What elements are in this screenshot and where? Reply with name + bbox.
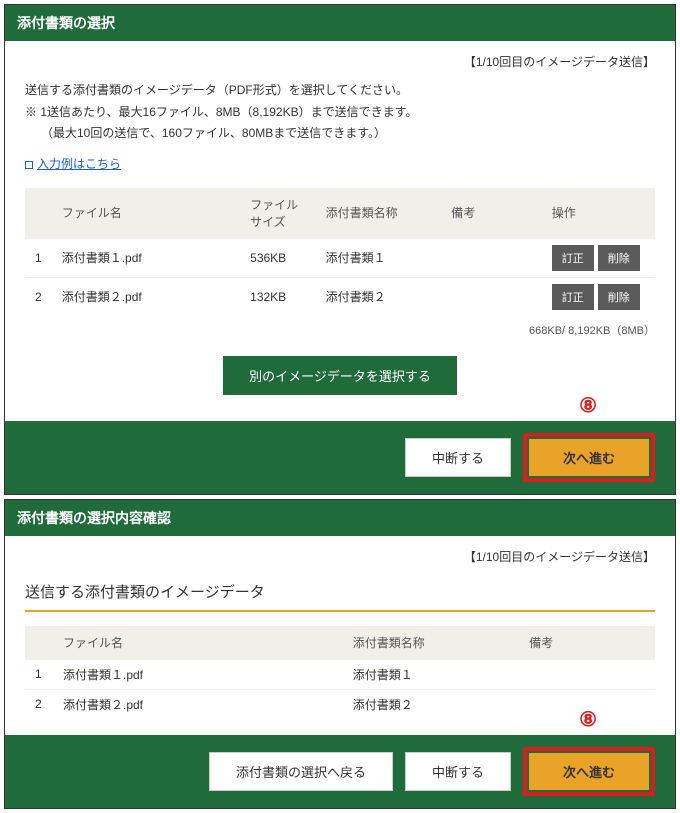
table-row: 2 添付書類２.pdf 添付書類２	[25, 689, 655, 719]
desc-line: 送信する添付書類のイメージデータ（PDF形式）を選択してください。	[25, 80, 655, 102]
table-row: 2 添付書類２.pdf 132KB 添付書類２ 訂正削除	[25, 277, 655, 316]
select-more-button[interactable]: 別のイメージデータを選択する	[223, 356, 457, 395]
cell-filesize: 132KB	[240, 277, 316, 316]
cell-filesize: 536KB	[240, 238, 316, 277]
col-docname: 添付書類名称	[316, 188, 442, 239]
cell-note	[441, 238, 542, 277]
panel2-body: 【1/10回目のイメージデータ送信】 送信する添付書類のイメージデータ ファイル…	[5, 536, 675, 735]
panel1-body: 【1/10回目のイメージデータ送信】 送信する添付書類のイメージデータ（PDF形…	[5, 41, 675, 421]
cell-num: 1	[25, 659, 53, 689]
example-link[interactable]: 入力例はこちら	[37, 157, 121, 171]
delete-button[interactable]: 削除	[598, 245, 640, 271]
select-more-row: 別のイメージデータを選択する	[25, 356, 655, 395]
cell-num: 2	[25, 689, 53, 719]
col-docname: 添付書類名称	[343, 626, 519, 660]
attachments-table: ファイル名 ファイルサイズ 添付書類名称 備考 操作 1 添付書類１.pdf 5…	[25, 188, 655, 316]
subheading: 送信する添付書類のイメージデータ	[25, 581, 655, 602]
callout-marker: ⑧	[579, 707, 597, 732]
divider	[25, 610, 655, 612]
col-filename: ファイル名	[53, 626, 343, 660]
cell-docname: 添付書類１	[343, 659, 519, 689]
panel-select-attachments: 添付書類の選択 【1/10回目のイメージデータ送信】 送信する添付書類のイメージ…	[4, 4, 676, 495]
cell-ops: 訂正削除	[542, 277, 655, 316]
send-counter: 【1/10回目のイメージデータ送信】	[25, 548, 655, 565]
col-num	[25, 626, 53, 660]
next-highlight: 次へ進む	[523, 433, 655, 482]
next-button[interactable]: 次へ進む	[529, 753, 649, 790]
size-summary: 668KB/ 8,192KB（8MB）	[25, 322, 655, 338]
desc-line: ※ 1送信あたり、最大16ファイル、8MB（8,192KB）まで送信できます。	[25, 102, 655, 124]
table-header-row: ファイル名 ファイルサイズ 添付書類名称 備考 操作	[25, 188, 655, 239]
send-counter: 【1/10回目のイメージデータ送信】	[25, 53, 655, 70]
col-filename: ファイル名	[52, 188, 240, 239]
cell-docname: 添付書類１	[316, 238, 442, 277]
callout-marker: ⑧	[579, 393, 597, 418]
col-note: 備考	[441, 188, 542, 239]
cell-note	[519, 659, 655, 689]
panel-confirm-attachments: 添付書類の選択内容確認 【1/10回目のイメージデータ送信】 送信する添付書類の…	[4, 499, 676, 809]
col-filesize: ファイルサイズ	[240, 188, 316, 239]
cell-filename: 添付書類１.pdf	[52, 238, 240, 277]
panel2-title: 添付書類の選択内容確認	[5, 500, 675, 536]
panel1-footer: 中断する 次へ進む	[5, 421, 675, 494]
cell-docname: 添付書類２	[316, 277, 442, 316]
back-button[interactable]: 添付書類の選択へ戻る	[209, 752, 393, 791]
instructions: 送信する添付書類のイメージデータ（PDF形式）を選択してください。 ※ 1送信あ…	[25, 80, 655, 145]
cell-filename: 添付書類２.pdf	[53, 689, 343, 719]
panel1-footer-wrap: ⑧ 中断する 次へ進む	[5, 421, 675, 494]
table-row: 1 添付書類１.pdf 添付書類１	[25, 659, 655, 689]
confirm-table: ファイル名 添付書類名称 備考 1 添付書類１.pdf 添付書類１ 2 添付書類…	[25, 626, 655, 719]
panel2-footer: 添付書類の選択へ戻る 中断する 次へ進む	[5, 735, 675, 808]
cell-note	[441, 277, 542, 316]
delete-button[interactable]: 削除	[598, 284, 640, 310]
cancel-button[interactable]: 中断する	[405, 752, 511, 791]
link-bullet-icon	[25, 161, 33, 169]
cell-ops: 訂正削除	[542, 238, 655, 277]
cell-num: 2	[25, 277, 52, 316]
desc-line: （最大10回の送信で、160ファイル、80MBまで送信できます。）	[25, 123, 655, 145]
cell-num: 1	[25, 238, 52, 277]
edit-button[interactable]: 訂正	[552, 245, 594, 271]
cell-docname: 添付書類２	[343, 689, 519, 719]
col-ops: 操作	[542, 188, 655, 239]
cell-filename: 添付書類１.pdf	[53, 659, 343, 689]
cancel-button[interactable]: 中断する	[405, 438, 511, 477]
table-header-row: ファイル名 添付書類名称 備考	[25, 626, 655, 660]
cell-filename: 添付書類２.pdf	[52, 277, 240, 316]
col-note: 備考	[519, 626, 655, 660]
next-button[interactable]: 次へ進む	[529, 439, 649, 476]
col-num	[25, 188, 52, 239]
table-row: 1 添付書類１.pdf 536KB 添付書類１ 訂正削除	[25, 238, 655, 277]
panel2-footer-wrap: ⑧ 添付書類の選択へ戻る 中断する 次へ進む	[5, 735, 675, 808]
edit-button[interactable]: 訂正	[552, 284, 594, 310]
next-highlight: 次へ進む	[523, 747, 655, 796]
panel1-title: 添付書類の選択	[5, 5, 675, 41]
example-link-row: 入力例はこちら	[25, 155, 655, 172]
